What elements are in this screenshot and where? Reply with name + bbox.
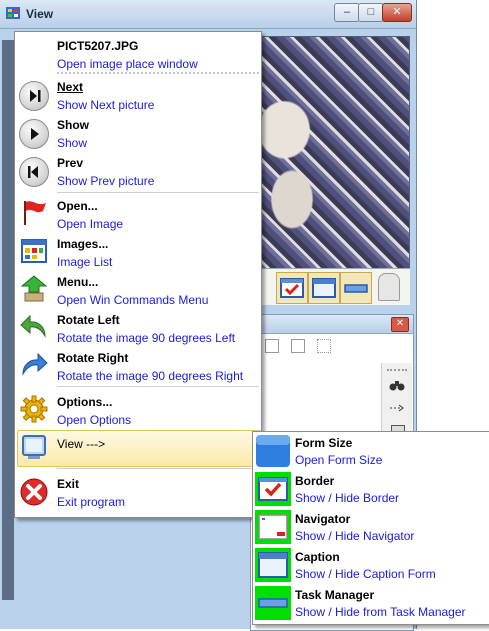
- next-track-icon: [19, 81, 49, 111]
- maximize-button[interactable]: □: [358, 3, 384, 22]
- grid-icon[interactable]: [265, 339, 279, 353]
- menu-item-view-label: View --->: [57, 437, 106, 451]
- separator: [57, 386, 259, 387]
- left-strip: [2, 40, 14, 600]
- submenu-item-task-manager[interactable]: Task Manager Show / Hide from Task Manag…: [253, 584, 489, 622]
- menu-item-open[interactable]: Open... Open Image: [15, 194, 261, 232]
- close-circle-icon: [20, 478, 48, 506]
- navigator-icon: [255, 510, 291, 544]
- menu-item-show[interactable]: Show Show: [15, 115, 261, 153]
- menu-item-rotate-right[interactable]: Rotate Right Rotate the image 90 degrees…: [15, 346, 261, 384]
- secondary-panel-titlebar[interactable]: ✕: [251, 315, 413, 334]
- menu-item-exit-subtitle: Exit program: [57, 495, 126, 509]
- menu-item-rotate-right-label: Rotate Right: [57, 351, 129, 365]
- caption-icon: [312, 278, 336, 298]
- green-arrows-icon: [20, 275, 48, 302]
- menu-item-images-label: Images...: [57, 237, 109, 251]
- submenu-item-task-manager-label: Task Manager: [295, 588, 375, 602]
- menu-item-open-label: Open...: [57, 199, 98, 213]
- border-toolbar-button[interactable]: [276, 272, 308, 304]
- menu-item-menu-label: Menu...: [57, 275, 99, 289]
- submenu-item-caption-subtitle: Show / Hide Caption Form: [295, 567, 436, 581]
- ruler-icon: [387, 369, 407, 373]
- form-size-icon: [255, 434, 291, 468]
- previous-track-icon: [19, 157, 49, 187]
- menu-item-prev[interactable]: Prev Show Prev picture: [15, 153, 261, 191]
- menu-item-exit-label: Exit: [57, 477, 80, 491]
- view-submenu: Form Size Open Form Size Border Show / H…: [252, 431, 489, 625]
- minimize-button[interactable]: –: [334, 3, 360, 22]
- menu-item-show-label: Show: [57, 118, 89, 132]
- file-name-label: PICT5207.JPG: [57, 39, 139, 53]
- submenu-item-form-size-label: Form Size: [295, 436, 353, 450]
- menu-item-rotate-left[interactable]: Rotate Left Rotate the image 90 degrees …: [15, 308, 261, 346]
- gear-icon: [20, 395, 48, 423]
- menu-item-options-subtitle: Open Options: [57, 413, 132, 427]
- caption-toolbar-button[interactable]: [308, 272, 340, 304]
- submenu-item-border-label: Border: [295, 474, 335, 488]
- bottom-toolbar: [250, 268, 410, 305]
- monitor-icon: [22, 435, 46, 459]
- rotate-right-icon: [22, 352, 48, 376]
- taskbar-icon: [344, 284, 368, 293]
- taskbar-icon: [255, 586, 291, 620]
- separator: [57, 192, 259, 193]
- submenu-item-caption-label: Caption: [295, 550, 340, 564]
- menu-item-rotate-left-subtitle: Rotate the image 90 degrees Left: [57, 331, 236, 345]
- image-list-icon: [21, 239, 47, 263]
- window-title: View: [26, 7, 54, 21]
- submenu-item-border-subtitle: Show / Hide Border: [295, 491, 400, 505]
- menu-header[interactable]: PICT5207.JPG Open image place window: [15, 36, 261, 72]
- submenu-item-navigator[interactable]: Navigator Show / Hide Navigator: [253, 508, 489, 546]
- menu-item-show-subtitle: Show: [57, 136, 88, 150]
- title-bar[interactable]: View – □ ✕: [0, 0, 416, 29]
- menu-item-prev-label: Prev: [57, 156, 84, 170]
- caption-icon: [255, 548, 291, 582]
- menu-item-rotate-left-label: Rotate Left: [57, 313, 120, 327]
- binoculars-icon[interactable]: [389, 379, 405, 394]
- menu-item-next-subtitle: Show Next picture: [57, 98, 155, 112]
- dotted-arrow-icon[interactable]: [389, 403, 405, 416]
- menu-item-images-subtitle: Image List: [57, 255, 113, 269]
- zoom-slider-thumb[interactable]: [378, 273, 400, 301]
- square-icon[interactable]: [291, 339, 305, 353]
- photo-preview: [252, 36, 410, 270]
- submenu-item-border[interactable]: Border Show / Hide Border: [253, 470, 489, 508]
- separator: [57, 72, 259, 74]
- separator: [57, 468, 259, 469]
- app-icon: [6, 7, 20, 19]
- panel-close-button[interactable]: ✕: [391, 317, 409, 332]
- menu-item-next[interactable]: Next Show Next picture: [15, 77, 261, 115]
- close-button[interactable]: ✕: [382, 3, 412, 22]
- taskbar-toolbar-button[interactable]: [340, 272, 372, 304]
- border-check-icon: [280, 278, 304, 298]
- play-icon: [19, 119, 49, 149]
- file-open-place-subtitle: Open image place window: [57, 57, 198, 71]
- menu-item-view[interactable]: View --->: [15, 430, 261, 466]
- menu-item-options-label: Options...: [57, 395, 113, 409]
- menu-item-open-subtitle: Open Image: [57, 217, 124, 231]
- submenu-item-form-size-subtitle: Open Form Size: [295, 453, 383, 467]
- submenu-item-task-manager-subtitle: Show / Hide from Task Manager: [295, 605, 466, 619]
- context-menu: PICT5207.JPG Open image place window Nex…: [14, 31, 262, 518]
- rotate-left-icon: [20, 314, 46, 338]
- submenu-item-navigator-subtitle: Show / Hide Navigator: [295, 529, 415, 543]
- submenu-item-caption[interactable]: Caption Show / Hide Caption Form: [253, 546, 489, 584]
- submenu-item-form-size[interactable]: Form Size Open Form Size: [253, 432, 489, 470]
- menu-item-prev-subtitle: Show Prev picture: [57, 174, 155, 188]
- menu-item-rotate-right-subtitle: Rotate the image 90 degrees Right: [57, 369, 244, 383]
- menu-item-next-label: Next: [57, 80, 84, 94]
- menu-item-options[interactable]: Options... Open Options: [15, 390, 261, 428]
- submenu-item-navigator-label: Navigator: [295, 512, 351, 526]
- menu-item-exit[interactable]: Exit Exit program: [15, 472, 261, 512]
- menu-item-images[interactable]: Images... Image List: [15, 232, 261, 270]
- menu-item-menu[interactable]: Menu... Open Win Commands Menu: [15, 270, 261, 308]
- menu-item-menu-subtitle: Open Win Commands Menu: [57, 293, 209, 307]
- border-check-icon: [255, 472, 291, 506]
- dotted-square-icon[interactable]: [317, 339, 331, 353]
- red-flag-icon: [24, 201, 46, 225]
